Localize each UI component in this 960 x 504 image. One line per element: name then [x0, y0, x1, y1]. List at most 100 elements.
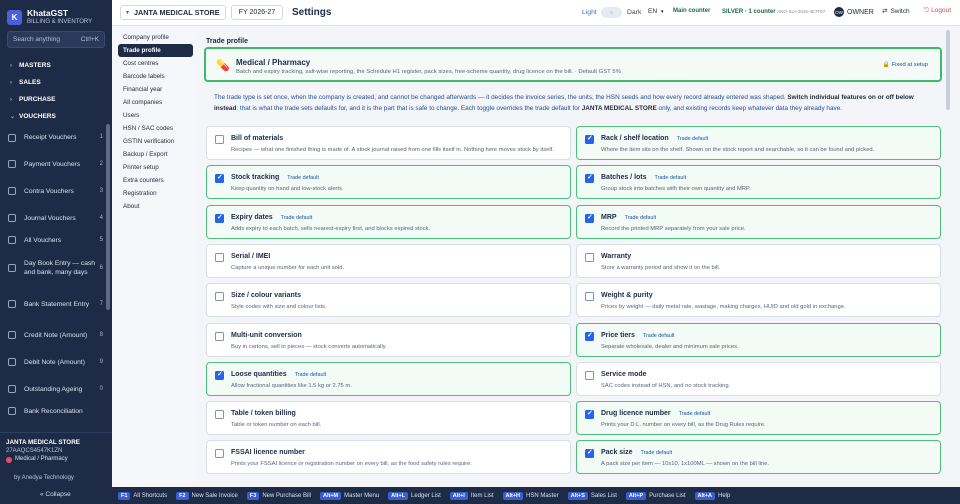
- settings-nav-financial-year[interactable]: Financial year: [112, 83, 198, 96]
- theme-toggle[interactable]: ○: [601, 7, 622, 18]
- feature-card-rack-shelf-location[interactable]: Rack / shelf locationTrade default Where …: [576, 126, 941, 160]
- sidebar-section-vouchers[interactable]: ⌄ VOUCHERS: [0, 108, 112, 125]
- shortcut-new-purchase[interactable]: F3 New Purchase Bill: [246, 491, 311, 500]
- feature-checkbox-mrp[interactable]: [585, 213, 594, 223]
- feature-card-loose-quantities[interactable]: Loose quantitiesTrade default Allow fract…: [206, 361, 571, 396]
- settings-nav-trade-profile[interactable]: Trade profile: [118, 44, 193, 57]
- settings-nav-extra-counters[interactable]: Extra counters: [112, 174, 198, 187]
- sidebar-item-outstanding-ageing[interactable]: Outstanding Ageing 0: [0, 374, 112, 404]
- settings-nav-hsn-sac[interactable]: HSN / SAC codes: [112, 122, 198, 135]
- sidebar-item-contra-vouchers[interactable]: Contra Vouchers 3: [0, 178, 112, 204]
- feature-checkbox-multi-unit-conversion[interactable]: [215, 331, 224, 341]
- feature-description: Store a warranty period and show it on t…: [601, 264, 721, 271]
- feature-card-bill-of-materials[interactable]: Bill of materials Recipes — what one fini…: [206, 126, 571, 160]
- settings-nav-cost-centres[interactable]: Cost centres: [112, 57, 198, 70]
- feature-checkbox-serial-imei[interactable]: [215, 252, 224, 262]
- journal-icon: [8, 214, 16, 222]
- feature-card-price-tiers[interactable]: Price tiersTrade default Separate wholesa…: [576, 322, 941, 357]
- feature-card-size-colour-variants[interactable]: Size / colour variants Style codes with s…: [206, 283, 571, 318]
- sidebar-item-payment-vouchers[interactable]: Payment Vouchers 2: [0, 150, 112, 178]
- settings-nav-barcode-labels[interactable]: Barcode labels: [112, 70, 198, 83]
- settings-nav-users[interactable]: Users: [112, 109, 198, 122]
- sidebar-item-day-book[interactable]: Day Book Entry — cash and bank, many day…: [0, 248, 112, 288]
- sidebar-section-sales[interactable]: › SALES: [0, 74, 112, 91]
- settings-nav-registration[interactable]: Registration: [112, 187, 198, 200]
- language-selector[interactable]: EN ▼: [648, 8, 665, 15]
- financial-year-selector[interactable]: FY 2026-27: [231, 5, 283, 20]
- shortcut-help[interactable]: Alt+A Help: [694, 491, 730, 500]
- feature-checkbox-loose-quantities[interactable]: [215, 370, 224, 380]
- logout-button[interactable]: ⎋ Logout: [924, 7, 951, 15]
- light-theme-label[interactable]: Light: [582, 9, 597, 16]
- feature-card-expiry-dates[interactable]: Expiry datesTrade default Adds expiry to …: [206, 204, 571, 239]
- feature-card-pack-size[interactable]: Pack sizeTrade default A pack size per it…: [576, 440, 941, 475]
- payment-icon: [8, 160, 16, 168]
- pill-icon: [6, 456, 12, 463]
- shortcut-all[interactable]: F1 All Shortcuts: [118, 491, 167, 500]
- sidebar-item-receipt-vouchers[interactable]: Receipt Vouchers 1: [0, 125, 112, 150]
- feature-checkbox-service-mode[interactable]: [585, 370, 594, 380]
- sidebar-item-journal-vouchers[interactable]: Journal Vouchers 4: [0, 204, 112, 232]
- bank-icon: [8, 300, 16, 308]
- feature-card-mrp[interactable]: MRPTrade default Record the printed MRP s…: [576, 204, 941, 239]
- feature-name: Rack / shelf location Trade default: [601, 135, 709, 142]
- feature-description: Record the printed MRP separately from y…: [601, 225, 746, 232]
- settings-nav-gstin-verification[interactable]: GSTIN verification: [112, 135, 198, 148]
- sidebar-item-bank-statement[interactable]: Bank Statement Entry 7: [0, 288, 112, 320]
- feature-checkbox-price-tiers[interactable]: [585, 331, 594, 341]
- feature-card-multi-unit-conversion[interactable]: Multi-unit conversion Buy in cartons, sel…: [206, 322, 571, 357]
- feature-checkbox-batches-lots[interactable]: [585, 173, 594, 184]
- license-badge: SILVER · 1 counter ANO-SLV-2026-4E7F97: [722, 9, 826, 15]
- feature-card-stock-tracking[interactable]: Stock trackingTrade default Keep quantity…: [206, 165, 571, 200]
- feature-name: Serial / IMEI: [231, 252, 271, 260]
- settings-nav-about[interactable]: About: [112, 200, 198, 213]
- settings-nav-printer-setup[interactable]: Printer setup: [112, 161, 198, 174]
- feature-card-weight-purity[interactable]: Weight & purity Prices by weight — daily …: [576, 283, 941, 318]
- sidebar-section-masters[interactable]: › MASTERS: [0, 57, 112, 74]
- feature-checkbox-expiry-dates[interactable]: [215, 213, 224, 223]
- feature-card-service-mode[interactable]: Service mode SAC codes instead of HSN, an…: [576, 361, 941, 396]
- settings-nav-all-companies[interactable]: All companies: [112, 96, 198, 109]
- feature-checkbox-pack-size[interactable]: [585, 448, 594, 459]
- sidebar-search[interactable]: Search anything Ctrl+K: [7, 31, 105, 48]
- collapse-sidebar-button[interactable]: « Collapse: [40, 491, 71, 498]
- settings-nav-company-profile[interactable]: Company profile: [112, 31, 198, 44]
- feature-checkbox-table-token-billing[interactable]: [215, 410, 224, 420]
- sidebar-item-bank-reconciliation[interactable]: Bank Reconciliation: [0, 404, 112, 418]
- feature-card-table-token-billing[interactable]: Table / token billing Table or token numb…: [206, 401, 571, 436]
- sidebar-item-debit-note[interactable]: Debit Note (Amount) 9: [0, 350, 112, 374]
- shortcut-new-sale[interactable]: F2 New Sale Invoice: [176, 491, 238, 500]
- feature-checkbox-rack-shelf-location[interactable]: [585, 134, 594, 144]
- feature-checkbox-bill-of-materials[interactable]: [215, 135, 224, 144]
- settings-nav-backup-export[interactable]: Backup / Export: [112, 148, 198, 161]
- feature-checkbox-warranty[interactable]: [585, 252, 594, 262]
- sidebar-item-all-vouchers[interactable]: All Vouchers 5: [0, 232, 112, 248]
- feature-card-drug-licence-number[interactable]: Drug licence numberTrade default Prints y…: [576, 401, 941, 436]
- company-selector[interactable]: ▼ JANTA MEDICAL STORE: [120, 5, 226, 20]
- feature-card-warranty[interactable]: Warranty Store a warranty period and show…: [576, 243, 941, 278]
- feature-description: Recipes — what one finished thing is mad…: [231, 147, 554, 153]
- shortcut-hsn-master[interactable]: Alt+H HSN Master: [502, 491, 559, 500]
- shortcut-purchase-list[interactable]: Alt+P Purchase List: [625, 491, 686, 500]
- feature-checkbox-size-colour-variants[interactable]: [215, 292, 224, 302]
- feature-checkbox-weight-purity[interactable]: [585, 292, 594, 302]
- shortcut-sales-list[interactable]: Alt+S Sales List: [567, 491, 617, 500]
- shortcut-master-menu[interactable]: Alt+M Master Menu: [320, 491, 379, 500]
- switch-user-button[interactable]: ⇄ Switch: [882, 7, 910, 16]
- dark-theme-label[interactable]: Dark: [627, 9, 641, 16]
- trade-default-tag: Trade default: [294, 371, 327, 378]
- feature-card-batches-lots[interactable]: Batches / lotsTrade default Group stock i…: [576, 165, 941, 200]
- sidebar-item-credit-note[interactable]: Credit Note (Amount) 8: [0, 320, 112, 350]
- shortcut-ledger-list[interactable]: Alt+L Ledger List: [388, 491, 441, 500]
- feature-checkbox-drug-licence-number[interactable]: [585, 409, 594, 420]
- main-scrollbar[interactable]: [946, 30, 950, 110]
- counter-indicator[interactable]: Main counter: [673, 8, 713, 14]
- shortcut-item-list[interactable]: Alt+I Item List: [449, 491, 494, 500]
- feature-card-serial-imei[interactable]: Serial / IMEI Capture a unique number for…: [206, 243, 571, 278]
- sidebar-section-purchase[interactable]: › PURCHASE: [0, 91, 112, 108]
- user-menu[interactable]: OW OWNER: [834, 7, 874, 17]
- sidebar-scrollbar[interactable]: [106, 124, 110, 310]
- feature-checkbox-fssai-licence-number[interactable]: [215, 449, 224, 459]
- feature-card-fssai-licence-number[interactable]: FSSAI licence number Prints your FSSAI li…: [206, 440, 571, 475]
- feature-checkbox-stock-tracking[interactable]: [215, 173, 224, 184]
